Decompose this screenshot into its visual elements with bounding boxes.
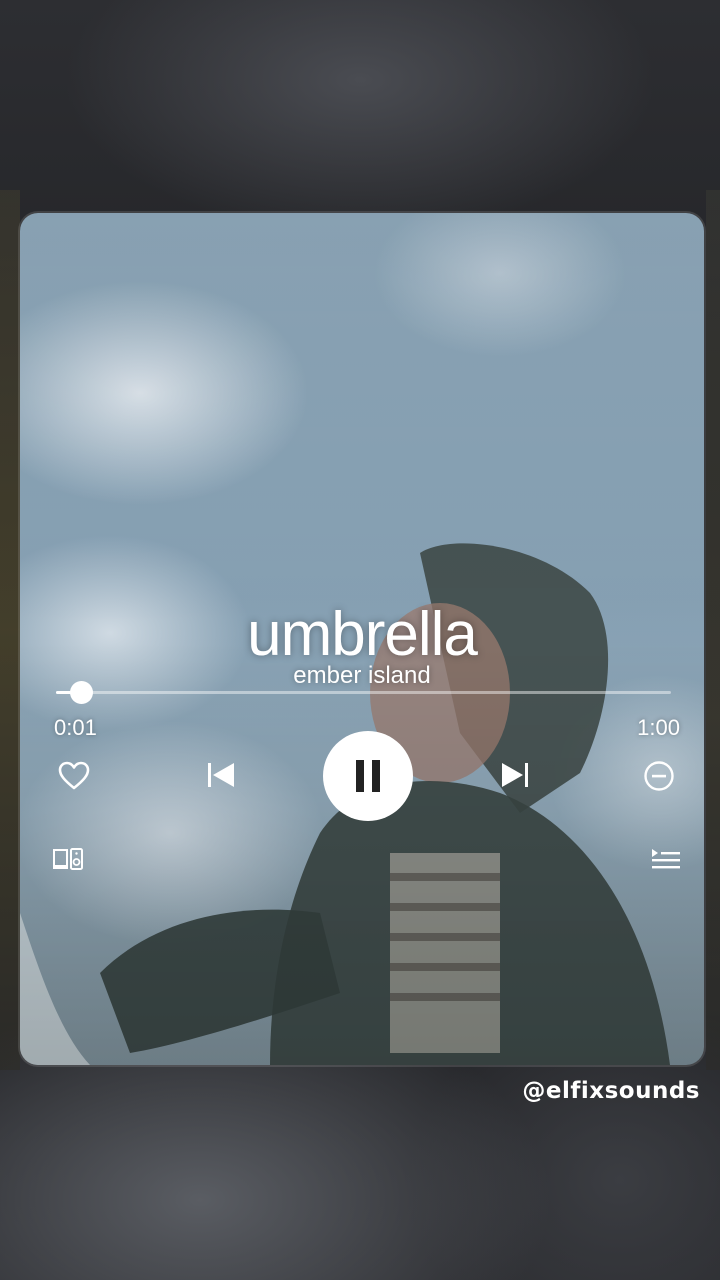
- story-page: umbrella ember island 0:01 1:00 @elfixso…: [0, 0, 720, 1280]
- queue-button[interactable]: [648, 845, 684, 873]
- player-card: umbrella ember island 0:01 1:00: [20, 213, 704, 1065]
- heart-icon: [58, 761, 90, 791]
- progress-knob[interactable]: [69, 681, 93, 704]
- elapsed-time: 0:01: [54, 715, 97, 740]
- minus-circle-icon: [643, 760, 675, 792]
- song-title: umbrella: [247, 600, 478, 669]
- skip-next-icon: [500, 761, 530, 789]
- progress-bar[interactable]: [56, 681, 671, 704]
- like-button[interactable]: [56, 758, 92, 794]
- previous-button[interactable]: [204, 758, 238, 792]
- devices-icon: [52, 847, 84, 871]
- background-edge-right: [706, 190, 720, 1070]
- creator-watermark: @elfixsounds: [522, 1078, 700, 1104]
- pause-button[interactable]: [323, 731, 413, 821]
- total-duration: 1:00: [637, 715, 680, 740]
- next-button[interactable]: [498, 758, 532, 792]
- devices-button[interactable]: [50, 845, 86, 873]
- pause-icon: [353, 759, 383, 793]
- artist-name: ember island: [293, 662, 431, 689]
- skip-previous-icon: [206, 761, 236, 789]
- background-edge-left: [0, 190, 20, 1070]
- queue-icon: [650, 847, 682, 871]
- remove-button[interactable]: [642, 759, 676, 793]
